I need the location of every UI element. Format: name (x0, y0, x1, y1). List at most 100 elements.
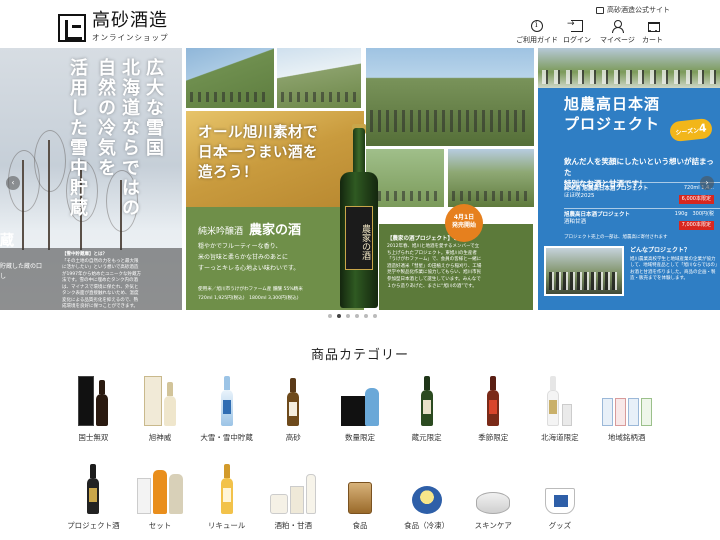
right-title-line-2: プロジェクト (564, 115, 661, 133)
slide-nouka-no-sake[interactable]: オール旭川素材で 日本一うまい酒を 造ろう！ 純米吟醸酒 農家の酒 穏やかでフルー… (186, 48, 534, 310)
category-goods[interactable]: グッズ (527, 458, 594, 536)
login-icon (567, 19, 583, 32)
category-label: 地域銘柄酒 (607, 433, 646, 442)
site-logo[interactable]: 高砂酒造 オンラインショップ (58, 12, 169, 43)
carousel-dot[interactable] (328, 314, 332, 318)
package-image (290, 486, 305, 514)
category-kokushimusou[interactable]: 国士無双 (60, 370, 127, 448)
project-product-row: 旭農高日本酒プロジェクト 酒粕甘酒 190g 300円(税 7,000本限定 (564, 208, 720, 232)
snow-side-line-1: 貯蔵した蔵の口 (0, 263, 43, 270)
carousel-next-button[interactable]: › (700, 176, 714, 190)
category-sakekasu[interactable]: 酒粕・甘酒 (260, 458, 327, 536)
category-image (263, 370, 323, 426)
spec-line-1: 使用米／旭川市うけがわファーム産 醸醸 55%精米 (198, 287, 303, 292)
product-name: 純米吟醸酒 農家の酒 (198, 219, 301, 238)
project-product-price: 190g 300円(税 (674, 211, 714, 217)
hero-carousel: 広大な雪国 北海道ならではの 自然の冷気を 活用した雪中貯蔵 蔵 【雪中貯蔵庫】… (0, 48, 720, 310)
category-label: 高砂 (285, 433, 301, 442)
snow-headline-3: 自然の冷気を (95, 58, 116, 178)
slide-asahino-project[interactable]: 旭農高日本酒 プロジェクト シーズン4 飲んだ人を笑顔にしたいという想いが詰まっ… (538, 48, 720, 310)
snow-headline-1: 広大な雪国 (143, 58, 164, 158)
carousel-prev-button[interactable]: ‹ (6, 176, 20, 190)
category-takasago[interactable]: 高砂 (260, 370, 327, 448)
carousel-dot[interactable] (364, 314, 368, 318)
nav-login[interactable]: ログイン (563, 19, 591, 45)
category-label: 大雪・雪中貯蔵 (200, 433, 253, 442)
category-seasonal[interactable]: 季節限定 (460, 370, 527, 448)
snow-side-line-2: し (0, 273, 7, 280)
category-frozen-food[interactable]: 食品（冷凍） (393, 458, 460, 536)
small-bottle-image (562, 404, 573, 426)
slide-snow-storage[interactable]: 広大な雪国 北海道ならではの 自然の冷気を 活用した雪中貯蔵 蔵 【雪中貯蔵庫】… (0, 48, 182, 310)
nav-cart[interactable]: カート (642, 20, 663, 45)
nav-guide[interactable]: ご利用ガイド (516, 20, 558, 45)
category-image (330, 458, 390, 514)
category-image (330, 370, 390, 426)
carousel-dot[interactable] (355, 314, 359, 318)
nav-cart-label: カート (642, 36, 663, 44)
season-label: シーズン (675, 127, 700, 137)
release-date: 4月1日 (453, 214, 475, 221)
small-bottle-image (614, 398, 626, 426)
category-label: 食品 (352, 521, 368, 530)
release-badge: 4月1日 発売開始 (445, 204, 483, 242)
cart-icon (647, 20, 660, 32)
desc-line-3: すーっとキレる心地よい味わいです。 (198, 265, 300, 272)
snow-kura-text: 蔵 (0, 233, 14, 249)
category-kuramoto[interactable]: 蔵元限定 (393, 370, 460, 448)
bottle-image (306, 474, 317, 514)
category-image (63, 370, 123, 426)
gift-box-image (136, 478, 151, 514)
category-asahikamui[interactable]: 旭神威 (127, 370, 194, 448)
tree-image (8, 150, 40, 250)
category-image (197, 370, 257, 426)
nav-guide-label: ご利用ガイド (516, 36, 558, 44)
category-skincare[interactable]: スキンケア (460, 458, 527, 536)
catch-line-1: 飲んだ人を笑顔にしたいという想いが詰まった (564, 157, 714, 177)
category-heading: 商品カテゴリー (310, 348, 409, 363)
category-grid: 国士無双 旭神威 大雪・雪中貯蔵 高砂 数量限定 蔵元限定 季節限定 北海道限定… (60, 370, 660, 536)
spec-line-2: 720ml 1,925円(税込) 1800ml 3,300円(税込) (198, 295, 299, 301)
package-image (270, 494, 289, 514)
field-photo (448, 149, 534, 207)
carousel-dot[interactable] (373, 314, 377, 318)
category-set[interactable]: セット (127, 458, 194, 536)
category-label: 季節限定 (478, 433, 509, 442)
snow-info-body: 「その土地の自然の力をもっと最大限に活かしたい」という想いで高砂酒造が1997年… (62, 258, 141, 310)
main-title-line-2: 日本一うまい酒を (198, 145, 318, 161)
logo-mark-icon (58, 13, 86, 42)
category-food[interactable]: 食品 (327, 458, 394, 536)
category-hokkaido[interactable]: 北海道限定 (527, 370, 594, 448)
nav-mypage-label: マイページ (600, 36, 635, 44)
students-group-photo (544, 246, 624, 296)
small-bottle-image (601, 398, 613, 426)
category-project[interactable]: プロジェクト酒 (60, 458, 127, 536)
carousel-dot[interactable] (346, 314, 350, 318)
official-site-link[interactable]: 高砂酒造公式サイト (596, 5, 670, 15)
snow-headline-2: 北海道ならではの (119, 58, 140, 218)
category-liqueur[interactable]: リキュール (193, 458, 260, 536)
nav-mypage[interactable]: マイページ (600, 20, 635, 45)
carousel-dot-active[interactable] (337, 314, 341, 318)
project-desc-heading: どんなプロジェクト？ (630, 247, 691, 254)
project-body: 2012年春、旭川と地酒を愛するメンバーで立ち上げられたプロジェクト。東旭川の生… (387, 244, 482, 289)
release-label: 発売開始 (451, 222, 476, 229)
category-label: 国士無双 (78, 433, 109, 442)
project-product-row: 純米酒 旭農高日本酒プロジェクト ほほ咲2025 720ml 1,4... 6,… (564, 182, 720, 206)
category-taisetsu[interactable]: 大雪・雪中貯蔵 (193, 370, 260, 448)
jar-image (347, 482, 372, 514)
logo-subtitle: オンラインショップ (92, 33, 169, 42)
category-label: スキンケア (474, 521, 512, 530)
category-image (130, 458, 190, 514)
category-limited[interactable]: 数量限定 (327, 370, 394, 448)
carousel-pagination (328, 314, 377, 318)
product-description: 穏やかでフルーティーな香り、 米の旨味と柔らかな甘みのあとに すーっとキレる心地… (198, 241, 299, 274)
limited-tag: 7,000本限定 (678, 221, 714, 230)
category-label: 酒粕・甘酒 (274, 521, 313, 530)
official-site-label: 高砂酒造公式サイト (607, 6, 670, 14)
category-label: セット (148, 521, 172, 530)
sake-bottle-image: 農家の酒 (338, 124, 380, 308)
category-regional[interactable]: 地域銘柄酒 (593, 370, 660, 448)
category-image (463, 370, 523, 426)
bottle-image (168, 474, 183, 514)
